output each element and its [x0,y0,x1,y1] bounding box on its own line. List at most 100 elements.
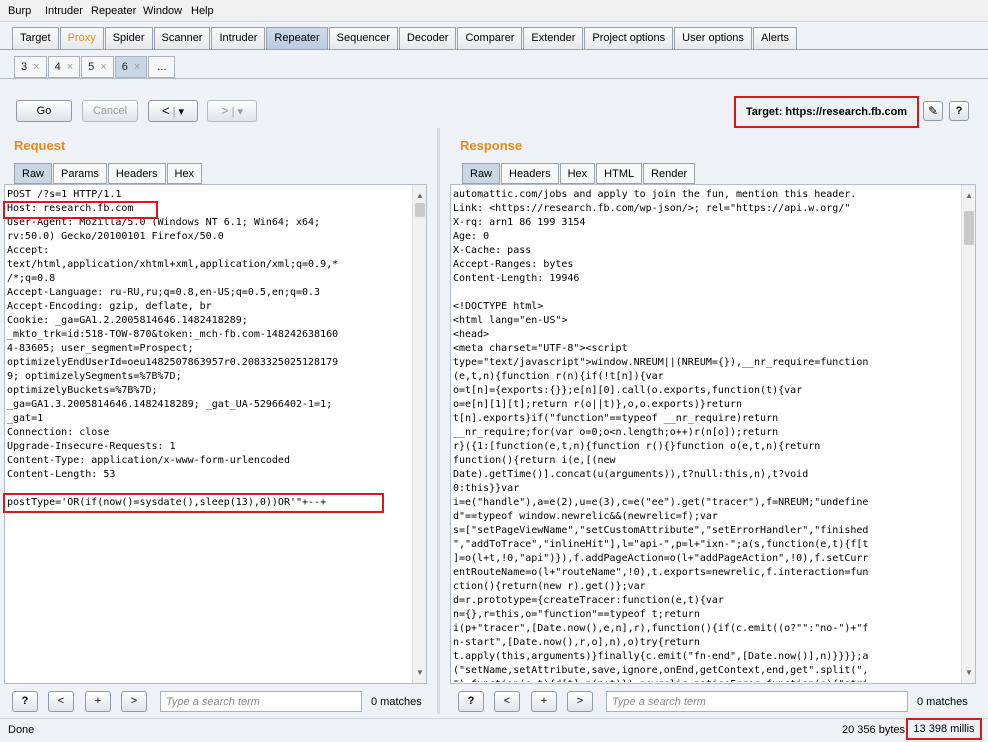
response-scrollbar[interactable]: ▲ ▼ [961,185,975,683]
request-help-button[interactable]: ? [12,691,38,712]
subtab-3[interactable]: 3 × [14,56,47,78]
request-prev-button[interactable]: < [48,691,74,712]
request-line: Upgrade-Insecure-Requests: 1 [7,441,176,452]
tab-target[interactable]: Target [12,27,59,49]
response-line: r}({1:[function(e,t,n){function r(){}fun… [453,441,821,452]
response-line: __nr_require;for(var o=0;o<n.length;o++)… [453,427,779,438]
help-button[interactable]: ? [949,101,969,121]
request-line: 4-83605; user_segment=Prospect; [7,343,194,354]
status-text: Done [8,724,35,736]
response-line: Link: <https://research.fb.com/wp-json/>… [453,203,851,214]
response-help-button[interactable]: ? [458,691,484,712]
response-line: i=e("handle"),a=e(2),u=e(3),c=e("ee").ge… [453,497,869,508]
response-search-input[interactable]: Type a search term [606,691,908,712]
response-scroll-thumb[interactable] [964,211,974,245]
response-prev-button[interactable]: < [494,691,520,712]
tab-spider[interactable]: Spider [104,27,153,49]
response-line: n={},r=this,o="function"==typeof t;retur… [453,609,700,620]
menu-burp[interactable]: Burp [8,5,31,17]
request-tab-params[interactable]: Params [53,163,107,184]
response-line: d=r.prototype={createTracer:function(e,t… [453,595,724,606]
response-line: Accept-Ranges: bytes [453,259,574,270]
request-line: Content-Type: application/x-www-form-url… [7,455,290,466]
tab-sequencer[interactable]: Sequencer [328,27,398,49]
tab-alerts[interactable]: Alerts [752,27,798,49]
menu-intruder[interactable]: Intruder [45,5,83,17]
subtab-5[interactable]: 5 × [81,56,114,78]
request-tab-raw[interactable]: Raw [14,163,53,184]
close-icon[interactable]: × [33,61,39,73]
request-add-button[interactable]: + [85,691,111,712]
close-icon[interactable]: × [67,61,73,73]
tab-user-options[interactable]: User options [674,27,752,49]
response-line: <head> [453,329,490,340]
response-line [453,286,961,300]
request-line: Cookie: _ga=GA1.2.2005814646.1482418289; [7,315,248,326]
request-body: POST /?s=1 HTTP/1.1 Host: research.fb.com… [7,188,409,510]
target-label: Target: https://research.fb.com [734,96,919,128]
response-tab-headers[interactable]: Headers [501,163,559,184]
tab-proxy[interactable]: Proxy [59,27,104,49]
subtab-6[interactable]: 6 × [114,56,148,78]
response-tab-bar: Raw Headers Hex HTML Render [462,163,696,184]
request-next-button[interactable]: > [121,691,147,712]
tab-scanner[interactable]: Scanner [153,27,211,49]
response-editor[interactable]: automattic.com/jobs and apply to join th… [450,184,976,684]
request-line: optimizelyBuckets=%7B%7D; [7,385,158,396]
response-tab-html[interactable]: HTML [596,163,643,184]
forward-button[interactable]: > | ▾ [207,100,257,122]
response-line: <meta charset="UTF-8"><script [453,343,628,354]
tab-intruder[interactable]: Intruder [211,27,266,49]
close-icon[interactable]: × [100,61,106,73]
request-line: Accept-Encoding: gzip, deflate, br [7,301,212,312]
response-line: X-rq: arn1 86 199 3154 [453,217,586,228]
request-line: /*;q=0.8 [7,273,56,284]
subtab-label: 4 [54,61,61,73]
request-tab-bar: Raw Params Headers Hex [14,163,203,184]
response-title: Response [460,138,523,153]
tab-comparer[interactable]: Comparer [457,27,523,49]
response-tab-hex[interactable]: Hex [559,163,596,184]
menu-repeater[interactable]: Repeater [91,5,136,17]
request-line: rv:50.0) Gecko/20100101 Firefox/50.0 [7,231,224,242]
response-line: X-Cache: pass [453,245,532,256]
tab-repeater[interactable]: Repeater [266,27,328,49]
tab-decoder[interactable]: Decoder [398,27,457,49]
response-line: ction(){return(new r).get()};var [453,581,646,592]
main-tab-bar: Target Proxy Spider Scanner Intruder Rep… [12,27,798,49]
request-search-input[interactable]: Type a search term [160,691,362,712]
menu-window[interactable]: Window [143,5,182,17]
response-line: type="text/javascript">window.NREUM||(NR… [453,357,869,368]
go-button[interactable]: Go [16,100,72,122]
request-editor[interactable]: POST /?s=1 HTTP/1.1 Host: research.fb.com… [4,184,427,684]
menu-help[interactable]: Help [191,5,214,17]
response-next-button[interactable]: > [567,691,593,712]
pencil-icon: ✎ [927,104,939,118]
repeater-subtab-bar: 3 × 4 × 5 × 6 × ... [14,56,176,78]
request-scroll-thumb[interactable] [415,203,425,217]
chevron-down-icon: ▾ [178,106,185,118]
response-tab-render[interactable]: Render [643,163,696,184]
response-line: entRouteName=o(l+"routeName",!0),t.expor… [453,567,869,578]
request-tab-hex[interactable]: Hex [166,163,203,184]
response-tab-raw[interactable]: Raw [462,163,501,184]
cancel-button[interactable]: Cancel [82,100,138,122]
request-match-count: 0 matches [371,696,422,708]
host-highlight [3,201,158,219]
tab-extender[interactable]: Extender [523,27,584,49]
pane-splitter[interactable] [437,128,440,714]
tab-project-options[interactable]: Project options [584,27,674,49]
request-scrollbar[interactable]: ▲ ▼ [412,185,426,683]
response-line: t.apply(this,arguments)}finally{c.emit("… [453,651,869,662]
subtab-4[interactable]: 4 × [47,56,81,78]
request-tab-headers[interactable]: Headers [107,163,166,184]
close-icon[interactable]: × [134,61,140,73]
request-line: _ga=GA1.3.2005814646.1482418289; _gat_UA… [7,399,333,410]
back-button[interactable]: < | ▾ [148,100,198,122]
response-line: ]=o(l+t,!0,"api")}),f.addPageAction=o(l+… [453,553,869,564]
edit-target-button[interactable]: ✎ [923,101,943,121]
response-line: o=e[n][1][t];return r(o||t)},o,o.exports… [453,399,742,410]
response-line: Date).getTime()].concat(u(arguments)),t?… [453,469,809,480]
response-add-button[interactable]: + [531,691,557,712]
subtab-new[interactable]: ... [148,56,176,78]
